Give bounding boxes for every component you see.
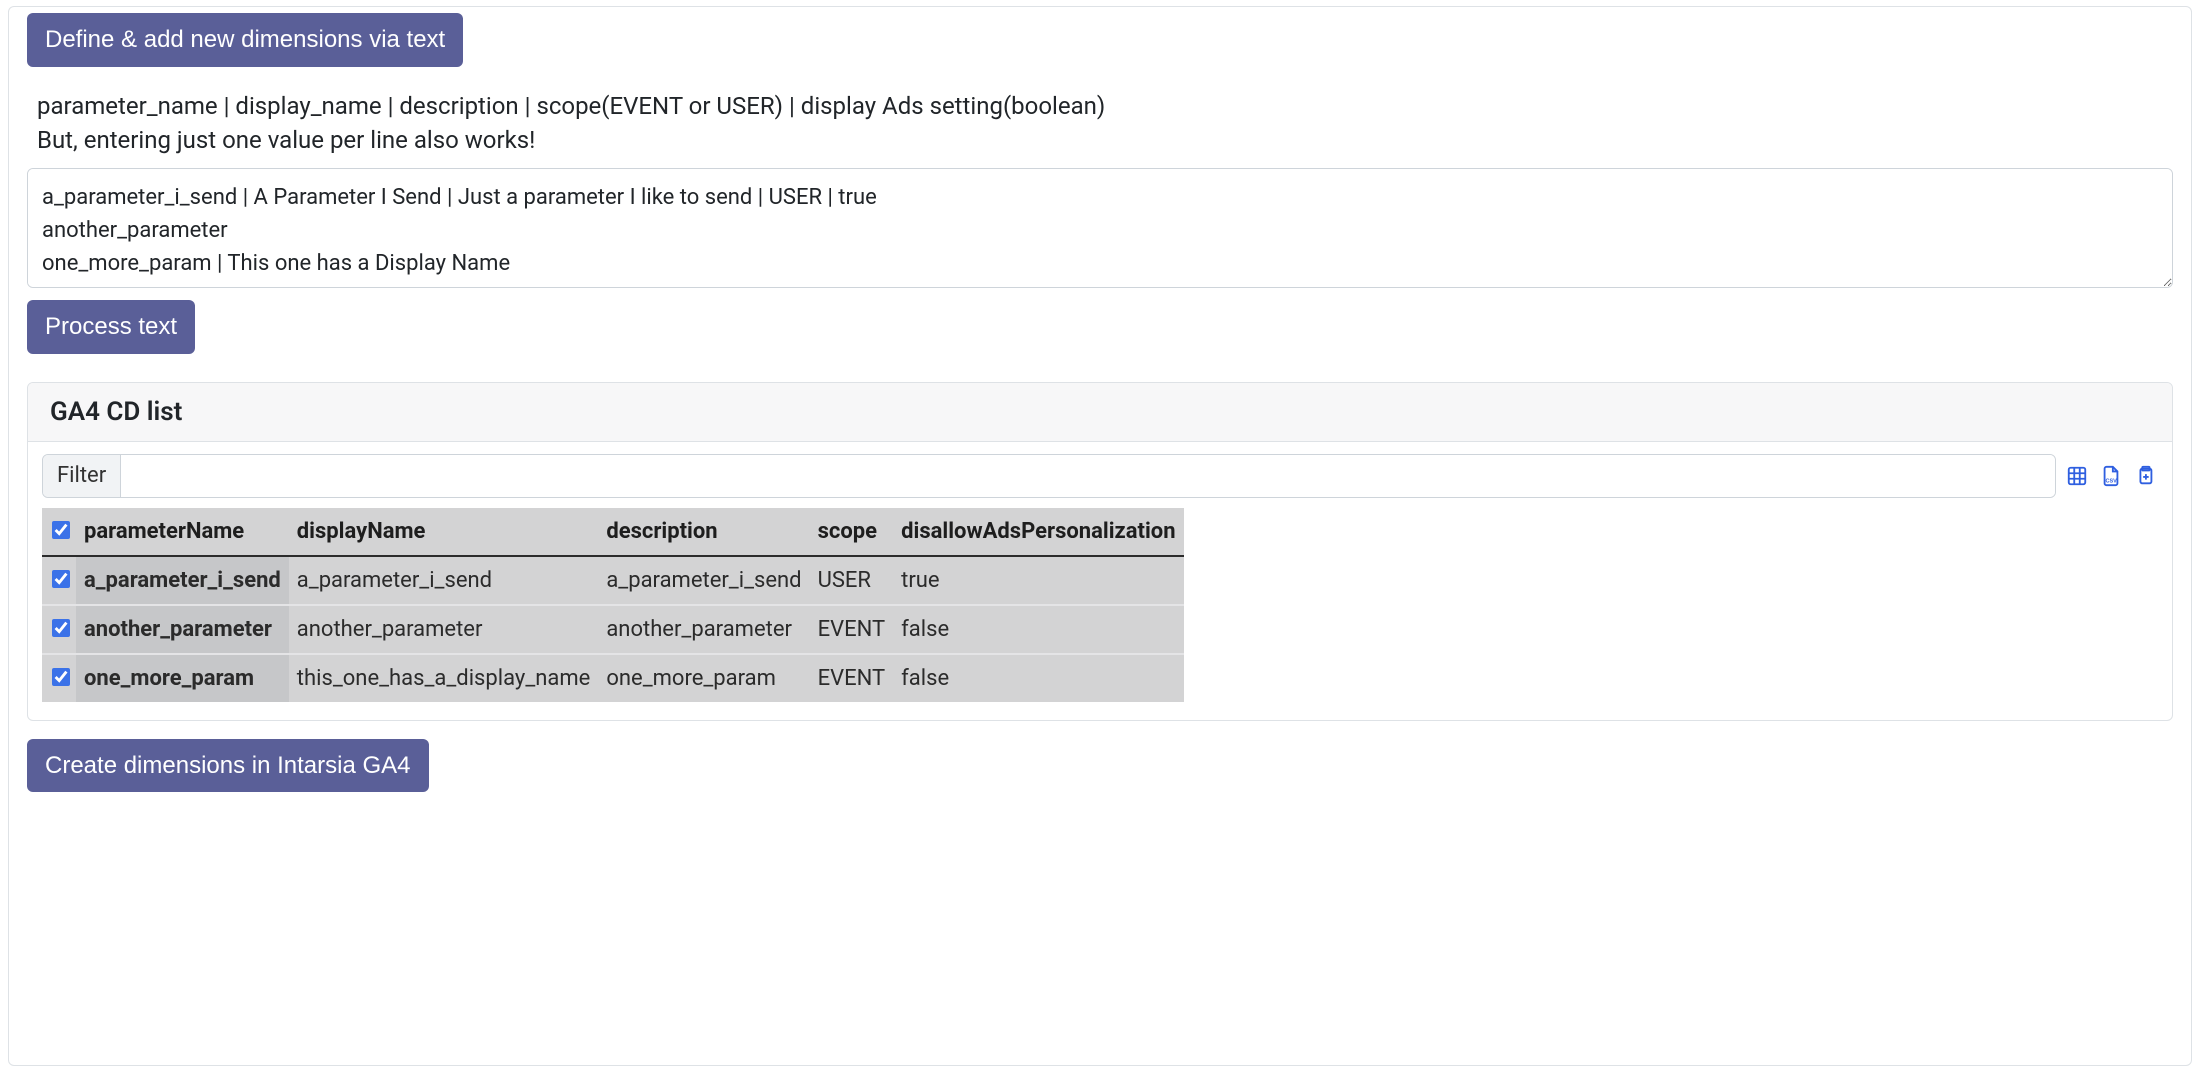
filter-row: Filter: [42, 454, 2158, 498]
col-description[interactable]: description: [598, 508, 809, 556]
filter-input[interactable]: [121, 455, 2055, 497]
col-displayName[interactable]: displayName: [289, 508, 599, 556]
cell-displayName: another_parameter: [289, 605, 599, 654]
col-scope[interactable]: scope: [810, 508, 894, 556]
cell-parameterName: one_more_param: [76, 654, 289, 702]
col-disallowAdsPersonalization[interactable]: disallowAdsPersonalization: [893, 508, 1183, 556]
process-text-button[interactable]: Process text: [27, 300, 195, 354]
cell-scope: USER: [810, 556, 894, 605]
row-checkbox[interactable]: [52, 619, 70, 637]
cell-scope: EVENT: [810, 654, 894, 702]
define-dimensions-button[interactable]: Define & add new dimensions via text: [27, 13, 463, 67]
create-dimensions-button[interactable]: Create dimensions in Intarsia GA4: [27, 739, 429, 793]
table-row: another_parameteranother_parameteranothe…: [42, 605, 1184, 654]
cd-list-card: GA4 CD list Filter: [27, 382, 2173, 721]
help-line-2: But, entering just one value per line al…: [37, 123, 2173, 158]
csv-icon[interactable]: CSV: [2100, 465, 2122, 487]
cell-scope: EVENT: [810, 605, 894, 654]
cell-displayName: this_one_has_a_display_name: [289, 654, 599, 702]
filter-label: Filter: [43, 455, 121, 497]
cell-disallowAdsPersonalization: false: [893, 654, 1183, 702]
row-checkbox[interactable]: [52, 570, 70, 588]
help-line-1: parameter_name | display_name | descript…: [37, 89, 2173, 124]
table-header-row: parameterName displayName description sc…: [42, 508, 1184, 556]
cell-disallowAdsPersonalization: false: [893, 605, 1183, 654]
cell-description: another_parameter: [598, 605, 809, 654]
table-toolbar: CSV: [2066, 454, 2158, 498]
cd-table: parameterName displayName description sc…: [42, 508, 1184, 702]
cell-parameterName: a_parameter_i_send: [76, 556, 289, 605]
panel: Define & add new dimensions via text par…: [8, 6, 2192, 1066]
select-all-checkbox[interactable]: [52, 521, 70, 539]
cell-displayName: a_parameter_i_send: [289, 556, 599, 605]
cell-description: one_more_param: [598, 654, 809, 702]
row-checkbox[interactable]: [52, 668, 70, 686]
col-parameterName[interactable]: parameterName: [76, 508, 289, 556]
grid-icon[interactable]: [2066, 465, 2088, 487]
cell-parameterName: another_parameter: [76, 605, 289, 654]
table-row: one_more_paramthis_one_has_a_display_nam…: [42, 654, 1184, 702]
help-text: parameter_name | display_name | descript…: [37, 89, 2173, 159]
cell-disallowAdsPersonalization: true: [893, 556, 1183, 605]
dimensions-textarea[interactable]: [27, 168, 2173, 288]
card-title: GA4 CD list: [28, 383, 2172, 442]
table-row: a_parameter_i_senda_parameter_i_senda_pa…: [42, 556, 1184, 605]
clipboard-add-icon[interactable]: [2134, 465, 2156, 487]
dimensions-textarea-wrapper: [27, 168, 2173, 294]
svg-text:CSV: CSV: [2106, 478, 2118, 484]
cell-description: a_parameter_i_send: [598, 556, 809, 605]
